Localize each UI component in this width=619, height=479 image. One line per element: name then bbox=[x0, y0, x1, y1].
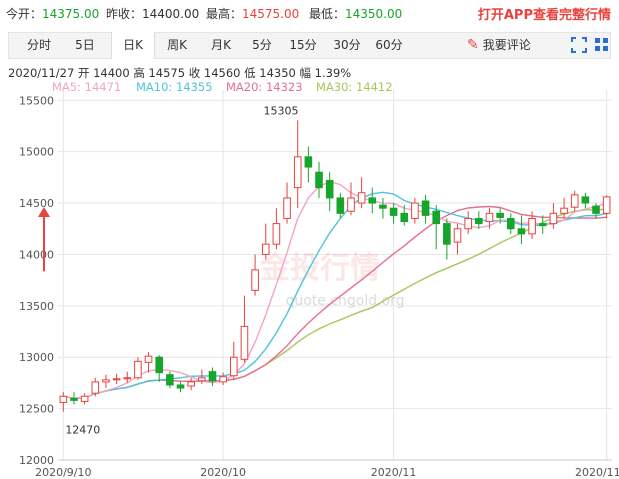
candle-down bbox=[166, 374, 174, 386]
candle-up bbox=[272, 223, 281, 245]
low-value-label: 12470 bbox=[65, 424, 100, 437]
candle-up bbox=[187, 381, 195, 387]
candle-down bbox=[315, 171, 323, 189]
candle-up bbox=[240, 325, 249, 360]
x-tick-label: 2020/11/27 bbox=[575, 466, 619, 479]
candle-up bbox=[229, 356, 238, 377]
candle-up bbox=[528, 217, 536, 235]
candle-down bbox=[432, 210, 441, 225]
candle-up bbox=[283, 197, 291, 219]
candle-down bbox=[208, 371, 217, 382]
candle-down bbox=[592, 205, 600, 214]
candle-up bbox=[123, 377, 132, 380]
candle-down bbox=[155, 356, 164, 374]
candle-down bbox=[443, 223, 451, 245]
candle-up bbox=[251, 269, 259, 291]
candle-down bbox=[325, 179, 334, 199]
x-tick-label: 2020/9/10 bbox=[35, 466, 91, 479]
candle-up bbox=[219, 376, 227, 383]
candle-up bbox=[602, 196, 611, 214]
y-tick-label: 12500 bbox=[19, 403, 54, 416]
candle-up bbox=[144, 355, 153, 363]
candle-up bbox=[112, 378, 121, 381]
candle-down bbox=[496, 212, 504, 218]
candlestick-chart: 1200012500130001350014000145001500015500… bbox=[19, 90, 619, 479]
candle-down bbox=[517, 228, 526, 235]
y-tick-label: 14000 bbox=[19, 248, 54, 261]
candle-up bbox=[80, 395, 89, 402]
y-tick-label: 15000 bbox=[19, 146, 54, 159]
candle-down bbox=[581, 196, 590, 204]
x-tick-label: 2020/11 bbox=[371, 466, 417, 479]
ma5-line bbox=[63, 180, 607, 400]
candle-down bbox=[538, 223, 547, 227]
y-tick-label: 15500 bbox=[19, 94, 54, 107]
candle-up bbox=[347, 197, 355, 212]
candle-down bbox=[379, 204, 387, 209]
candle-up bbox=[198, 377, 206, 382]
watermark-url: quote.cngold.org bbox=[285, 293, 404, 309]
y-tick-label: 13000 bbox=[19, 351, 54, 364]
candle-down bbox=[421, 200, 430, 216]
candle-up bbox=[293, 156, 302, 189]
candle-up bbox=[549, 212, 558, 225]
candle-down bbox=[389, 207, 398, 216]
candle-up bbox=[102, 379, 110, 383]
candle-up bbox=[560, 207, 568, 214]
candle-up bbox=[357, 192, 366, 204]
high-value-label: 15305 bbox=[264, 104, 299, 117]
candle-up bbox=[485, 212, 494, 223]
candle-up bbox=[59, 395, 68, 403]
candle-up bbox=[411, 202, 419, 219]
candle-up bbox=[261, 243, 270, 255]
y-tick-label: 14500 bbox=[19, 197, 54, 210]
candle-up bbox=[464, 217, 472, 230]
candle-up bbox=[91, 381, 100, 394]
candle-down bbox=[304, 156, 313, 168]
candle-up bbox=[453, 228, 462, 243]
candle-up bbox=[570, 194, 579, 208]
candle-down bbox=[400, 212, 409, 223]
candle-down bbox=[176, 384, 185, 389]
candle-down bbox=[336, 197, 345, 214]
candle-down bbox=[506, 217, 515, 230]
candle-down bbox=[70, 397, 78, 401]
x-tick-label: 2020/10 bbox=[200, 466, 246, 479]
y-tick-label: 13500 bbox=[19, 300, 54, 313]
candle-down bbox=[368, 197, 377, 204]
candle-down bbox=[475, 217, 483, 225]
candle-up bbox=[134, 360, 142, 379]
